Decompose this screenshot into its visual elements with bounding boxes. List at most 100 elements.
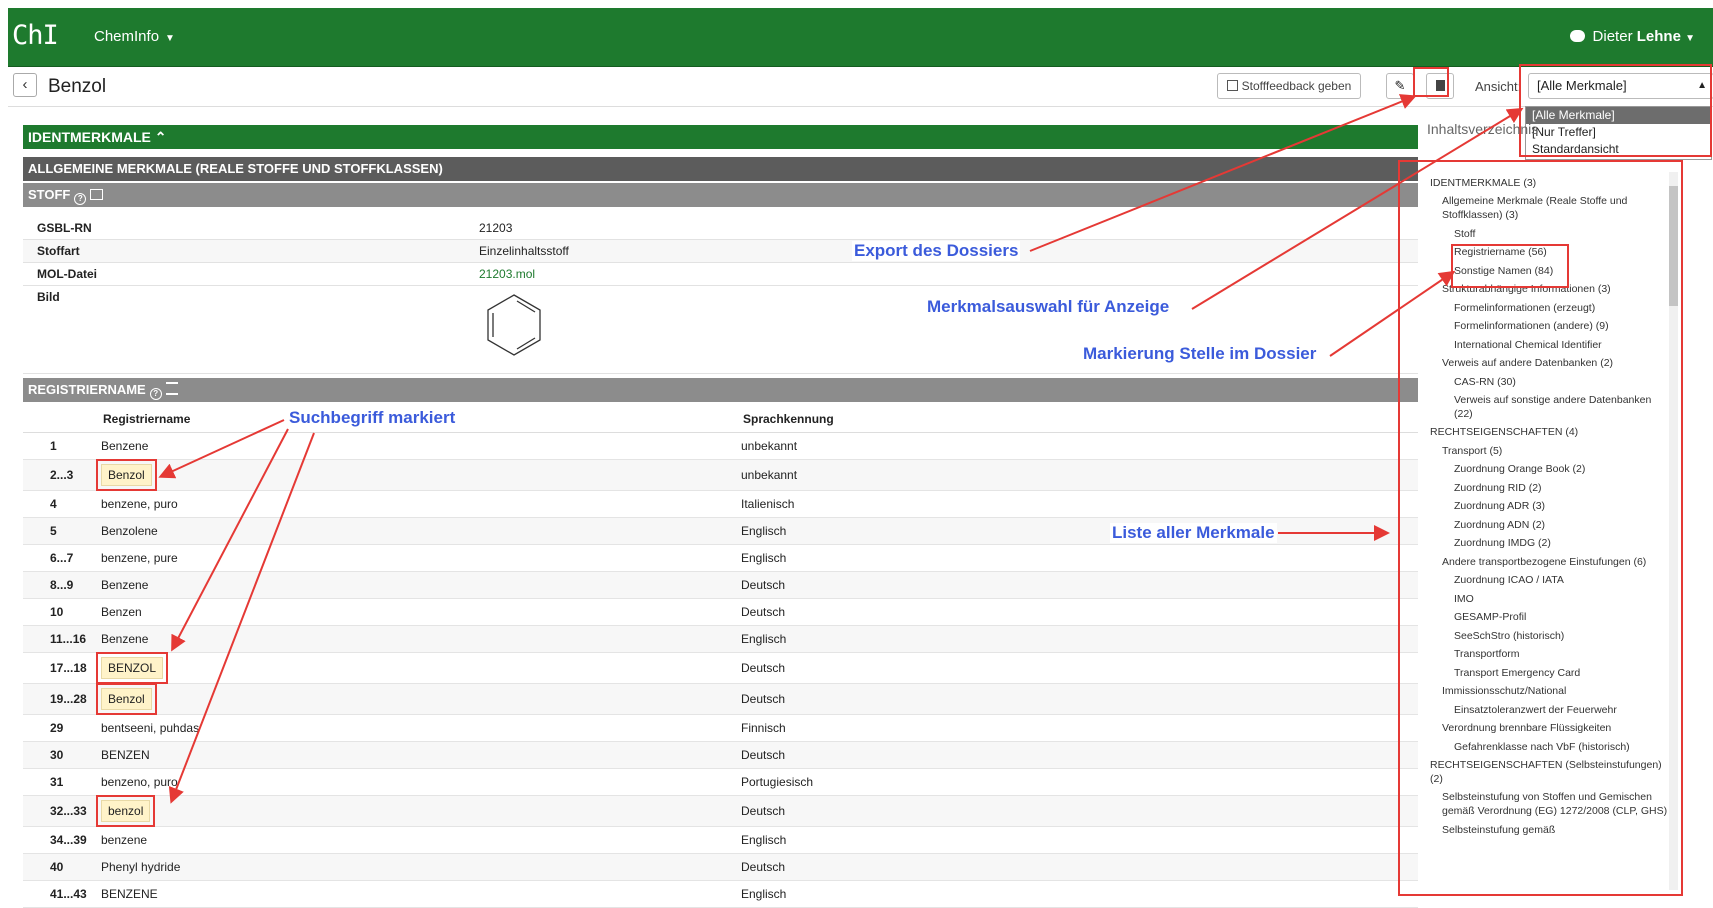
- toc-item[interactable]: Verweis auf sonstige andere Datenbanken …: [1430, 394, 1670, 422]
- toc-item[interactable]: Gefahrenklasse nach VbF (historisch): [1430, 741, 1670, 755]
- title-bar: ‹ Benzol Stofffeedback geben ✎ Ansicht: …: [8, 68, 1713, 107]
- toc-item[interactable]: IMO: [1430, 593, 1670, 607]
- row-number: 11...16: [50, 632, 87, 646]
- row-registriername: benzene: [101, 833, 148, 847]
- table-row: 31 benzeno, puro Portugiesisch: [23, 769, 1418, 796]
- toc-item[interactable]: Selbsteinstufung von Stoffen und Gemisch…: [1430, 791, 1670, 819]
- toc-item[interactable]: Verordnung brennbare Flüssigkeiten: [1430, 722, 1670, 736]
- row-sprachkennung: Deutsch: [741, 605, 786, 619]
- stoff-row: Stoffart Einzelinhaltsstoff: [23, 240, 1418, 263]
- stoff-key: MOL-Datei: [37, 267, 97, 281]
- search-highlight-box: [96, 683, 157, 715]
- feedback-button[interactable]: Stofffeedback geben: [1217, 73, 1361, 99]
- toc-item[interactable]: Verweis auf andere Datenbanken (2): [1430, 357, 1670, 371]
- search-highlight-box: [96, 459, 157, 491]
- row-registriername: BENZOL: [101, 653, 741, 683]
- header-sprachkennung[interactable]: Sprachkennung: [743, 406, 1418, 432]
- toc-item[interactable]: GESAMP-Profil: [1430, 611, 1670, 625]
- chi-logo[interactable]: ChI: [12, 20, 59, 51]
- toc-item[interactable]: RECHTSEIGENSCHAFTEN (Selbsteinstufungen)…: [1430, 759, 1670, 787]
- toc-scrollbar[interactable]: [1669, 172, 1678, 890]
- row-registriername: Benzene: [101, 578, 149, 592]
- toc-highlight-box: [1451, 244, 1569, 288]
- stoff-key: Stoffart: [37, 244, 80, 258]
- stoff-key: GSBL-RN: [37, 221, 92, 235]
- toc-item[interactable]: IDENTMERKMALE (3): [1430, 177, 1670, 191]
- row-registriername: Benzolene: [101, 524, 158, 538]
- row-number: 1: [50, 439, 57, 453]
- table-row: 4 benzene, puro Italienisch: [23, 491, 1418, 518]
- back-button[interactable]: ‹: [13, 73, 37, 97]
- toc-item[interactable]: Zuordnung ICAO / IATA: [1430, 574, 1670, 588]
- toc-item[interactable]: Transportform: [1430, 648, 1670, 662]
- section-stoff: STOFF?: [23, 183, 1418, 207]
- toc-item[interactable]: SeeSchStro (historisch): [1430, 630, 1670, 644]
- row-sprachkennung: Englisch: [741, 551, 787, 565]
- row-registriername: Benzene: [101, 439, 149, 453]
- row-registriername: Phenyl hydride: [101, 860, 181, 874]
- user-menu[interactable]: Dieter Lehne ▼: [1569, 28, 1695, 45]
- table-icon[interactable]: [90, 189, 104, 200]
- list-icon[interactable]: [165, 382, 178, 395]
- page-title: Benzol: [48, 76, 107, 97]
- toc-item[interactable]: RECHTSEIGENSCHAFTEN (4): [1430, 426, 1670, 440]
- row-registriername: benzene, pure: [101, 551, 178, 565]
- toc-item[interactable]: International Chemical Identifier: [1430, 339, 1670, 353]
- table-row: 40 Phenyl hydride Deutsch: [23, 854, 1418, 881]
- table-row: 30 BENZEN Deutsch: [23, 742, 1418, 769]
- row-number: 31: [50, 775, 64, 789]
- row-sprachkennung: Englisch: [741, 632, 787, 646]
- table-row: 17...18 BENZOL Deutsch: [23, 653, 1418, 684]
- toc-item[interactable]: Zuordnung ADR (3): [1430, 500, 1670, 514]
- toc-item[interactable]: Formelinformationen (andere) (9): [1430, 320, 1670, 334]
- row-sprachkennung: Finnisch: [741, 721, 786, 735]
- toc-item[interactable]: Einsatztoleranzwert der Feuerwehr: [1430, 704, 1670, 718]
- annotation-merkmalsauswahl: Merkmalsauswahl für Anzeige: [925, 297, 1172, 317]
- caret-down-icon: ▼: [1685, 33, 1695, 44]
- scrollbar-thumb[interactable]: [1669, 186, 1678, 306]
- toc-item[interactable]: Transport Emergency Card: [1430, 667, 1670, 681]
- dossier-content: IDENTMERKMALE ⌃ ALLGEMEINE MERKMALE (REA…: [23, 125, 1418, 908]
- toc-item[interactable]: Andere transportbezogene Einstufungen (6…: [1430, 556, 1670, 570]
- chat-icon: [1569, 30, 1585, 42]
- row-registriername: Benzen: [101, 605, 142, 619]
- toc-item[interactable]: Stoff: [1430, 228, 1670, 242]
- toc-item[interactable]: Selbsteinstufung gemäß: [1430, 824, 1670, 838]
- edit-button[interactable]: ✎: [1386, 73, 1414, 99]
- toc-item[interactable]: CAS-RN (30): [1430, 376, 1670, 390]
- row-sprachkennung: unbekannt: [741, 468, 798, 482]
- search-highlight-box: [96, 652, 169, 684]
- row-number: 29: [50, 721, 64, 735]
- help-icon[interactable]: ?: [149, 388, 162, 400]
- toc-item[interactable]: Transport (5): [1430, 445, 1670, 459]
- table-row: 6...7 benzene, pure Englisch: [23, 545, 1418, 572]
- row-registriername: benzene, puro: [101, 497, 178, 511]
- toc-item[interactable]: Zuordnung Orange Book (2): [1430, 463, 1670, 477]
- app-menu-dropdown[interactable]: ChemInfo ▼: [94, 28, 175, 45]
- row-sprachkennung: Deutsch: [741, 692, 786, 706]
- row-sprachkennung: Deutsch: [741, 860, 786, 874]
- toc-item[interactable]: Allgemeine Merkmale (Reale Stoffe und St…: [1430, 195, 1670, 223]
- toc-item[interactable]: Zuordnung RID (2): [1430, 482, 1670, 496]
- row-sprachkennung: Italienisch: [741, 497, 795, 511]
- help-icon[interactable]: ?: [74, 193, 87, 205]
- row-registriername: BENZEN: [101, 748, 150, 762]
- section-identmerkmale[interactable]: IDENTMERKMALE ⌃: [23, 125, 1418, 149]
- row-sprachkennung: Deutsch: [741, 578, 786, 592]
- table-row: 1 Benzene unbekannt: [23, 433, 1418, 460]
- toc-item[interactable]: Zuordnung IMDG (2): [1430, 537, 1670, 551]
- row-number: 6...7: [50, 551, 74, 565]
- row-number: 8...9: [50, 578, 74, 592]
- row-number: 5: [50, 524, 57, 538]
- toc-item[interactable]: Formelinformationen (erzeugt): [1430, 302, 1670, 316]
- row-registriername: benzeno, puro: [101, 775, 178, 789]
- benzene-ring-icon: [487, 294, 541, 356]
- reg-table-header: Registriername Sprachkennung: [23, 406, 1418, 433]
- row-registriername: Benzol: [101, 684, 741, 714]
- row-number: 30: [50, 748, 64, 762]
- toc-item[interactable]: Zuordnung ADN (2): [1430, 519, 1670, 533]
- toc-item[interactable]: Immissionsschutz/National: [1430, 685, 1670, 699]
- mol-file-link[interactable]: 21203.mol: [479, 263, 1418, 285]
- table-row: 34...39 benzene Englisch: [23, 827, 1418, 854]
- row-sprachkennung: Portugiesisch: [741, 775, 814, 789]
